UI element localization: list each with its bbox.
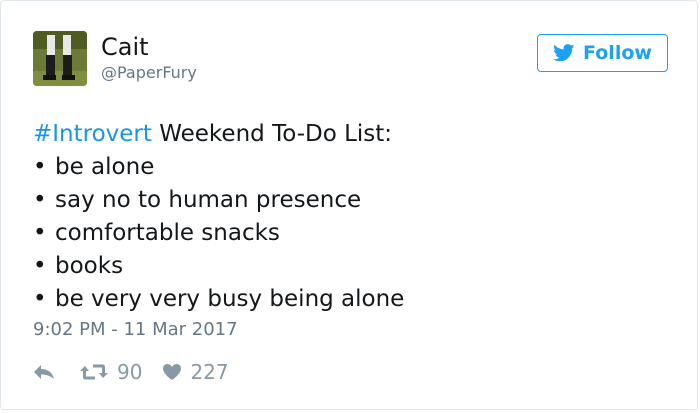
reply-icon (33, 364, 55, 380)
bullet: • (33, 187, 47, 213)
bullet: • (33, 220, 47, 246)
list-item: • books (33, 250, 404, 283)
retweet-count: 90 (117, 360, 143, 384)
hashtag-link[interactable]: #Introvert (33, 121, 152, 147)
list-item-text: say no to human presence (55, 187, 362, 213)
bullet: • (33, 286, 47, 312)
follow-label: Follow (583, 42, 652, 64)
twitter-bird-icon (553, 44, 575, 62)
tweet-heading: #Introvert Weekend To-Do List: (33, 118, 404, 151)
retweet-button[interactable]: 90 (79, 360, 142, 384)
avatar-image (33, 31, 87, 86)
user-handle[interactable]: @PaperFury (101, 63, 197, 83)
list-item: • say no to human presence (33, 184, 404, 217)
tweet-timestamp[interactable]: 9:02 PM - 11 Mar 2017 (33, 319, 238, 341)
list-item-text: be alone (55, 154, 155, 180)
list-item-text: books (55, 253, 124, 279)
reply-button[interactable] (33, 364, 55, 380)
heart-icon (162, 363, 182, 381)
tweet-actions: 90 227 (33, 358, 229, 386)
like-button[interactable]: 227 (162, 360, 229, 384)
bullet: • (33, 253, 47, 279)
retweet-icon (79, 363, 109, 381)
list-item: • be alone (33, 151, 404, 184)
list-item-text: be very very busy being alone (55, 286, 405, 312)
tweet-card: Cait @PaperFury Follow #Introvert Weeken… (0, 0, 698, 410)
list-item: • be very very busy being alone (33, 283, 404, 316)
list-item: • comfortable snacks (33, 217, 404, 250)
follow-button[interactable]: Follow (537, 34, 668, 72)
like-count: 227 (190, 360, 229, 384)
display-name[interactable]: Cait (101, 33, 149, 61)
bullet: • (33, 154, 47, 180)
heading-text: Weekend To-Do List: (151, 121, 393, 147)
tweet-text: #Introvert Weekend To-Do List: • be alone… (33, 118, 404, 316)
avatar[interactable] (33, 31, 87, 86)
list-item-text: comfortable snacks (55, 220, 280, 246)
